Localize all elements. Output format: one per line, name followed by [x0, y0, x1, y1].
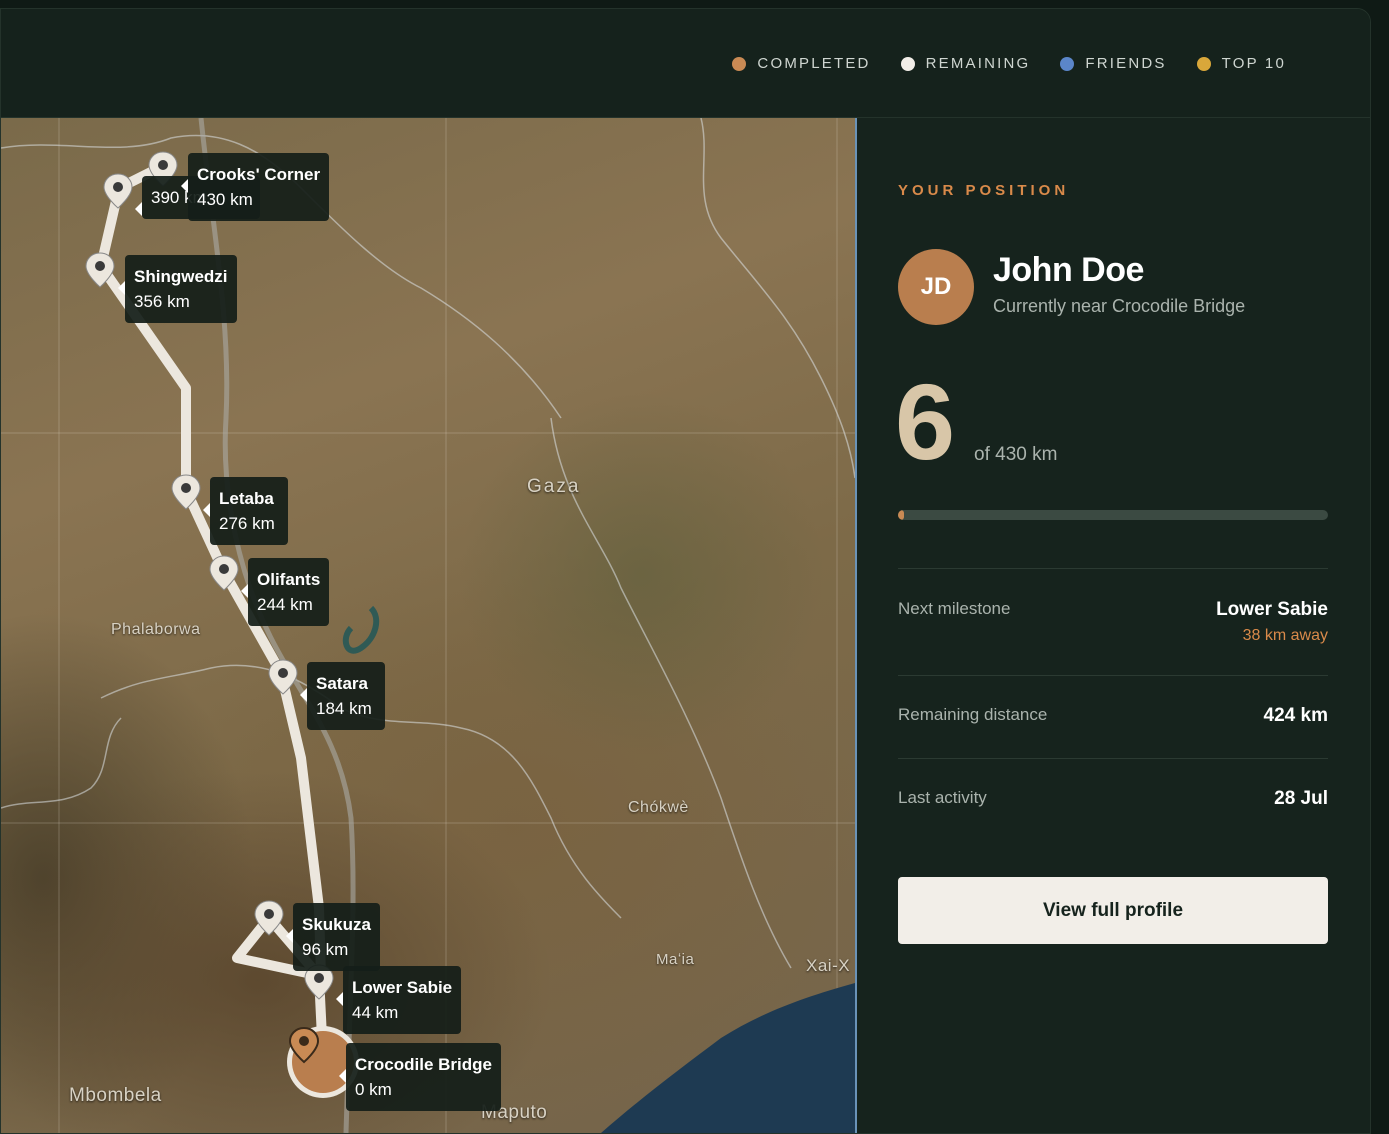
map-pin-icon[interactable] — [83, 251, 117, 289]
row-label: Next milestone — [898, 599, 1011, 618]
place-label: Phalaborwa — [111, 621, 201, 638]
remaining-dot-icon — [900, 56, 915, 71]
map-pin-icon — [288, 1026, 320, 1064]
place-label: Maʻia — [656, 951, 695, 968]
map-legend-bar: COMPLETED REMAINING FRIENDS TOP 10 — [1, 9, 1370, 118]
milestone-name: Shingwedzi — [134, 267, 228, 286]
row-value: 28 Jul — [1274, 788, 1328, 809]
place-label: Gaza — [527, 476, 581, 497]
map-pin-icon[interactable] — [266, 658, 300, 696]
distance-total: of 430 km — [974, 444, 1058, 465]
view-profile-button[interactable]: View full profile — [898, 877, 1328, 944]
row-label: Remaining distance — [898, 705, 1048, 724]
satellite-map[interactable]: Gaza Phalaborwa Chókwè Maʻia Xai-X Mbomb… — [1, 118, 855, 1133]
milestone-tooltip: Satara 184 km — [300, 662, 385, 730]
milestone-tooltip: Lower Sabie 44 km — [335, 966, 462, 1034]
row-label: Last activity — [898, 788, 987, 807]
panel-eyebrow: YOUR POSITION — [898, 182, 1070, 199]
top10-dot-icon — [1196, 56, 1211, 71]
legend-completed[interactable]: COMPLETED — [732, 55, 870, 72]
remaining-distance-row: Remaining distance 424 km — [898, 675, 1328, 758]
avatar: JD — [898, 249, 974, 325]
completed-dot-icon — [732, 56, 747, 71]
place-label: Mbombela — [69, 1085, 162, 1106]
map-borders — [1, 118, 855, 969]
distance-completed: 6 — [895, 361, 956, 482]
user-name: John Doe — [993, 251, 1144, 289]
place-label: Chókwè — [628, 799, 689, 816]
progress-fill — [898, 510, 905, 520]
legend-label: REMAINING — [925, 55, 1031, 72]
next-milestone-row: Next milestone Lower Sabie 38 km away — [898, 568, 1328, 675]
map-pin-icon[interactable] — [169, 473, 203, 511]
milestone-name: Letaba — [219, 489, 274, 508]
user-location: Currently near Crocodile Bridge — [993, 296, 1246, 316]
milestone-km: 184 km — [316, 699, 372, 718]
map-pin-icon[interactable] — [207, 554, 241, 592]
milestone-tooltip: Letaba 276 km — [203, 477, 288, 545]
legend: COMPLETED REMAINING FRIENDS TOP 10 — [732, 55, 1286, 72]
map-pin-icon[interactable] — [101, 172, 135, 210]
milestone-tooltip: Shingwedzi 356 km — [118, 255, 237, 323]
milestone-km: 430 km — [197, 190, 253, 209]
position-panel: YOUR POSITION JD John Doe Currently near… — [857, 118, 1370, 1133]
app-frame: COMPLETED REMAINING FRIENDS TOP 10 Gaza … — [0, 8, 1371, 1134]
milestone-km: 44 km — [352, 1003, 399, 1022]
milestone-km: 96 km — [302, 940, 349, 959]
friends-dot-icon — [1060, 56, 1075, 71]
milestone-name: Crocodile Bridge — [355, 1055, 492, 1074]
legend-top10[interactable]: TOP 10 — [1196, 55, 1286, 72]
progress-bar — [898, 510, 1328, 520]
milestone-km: 244 km — [257, 595, 313, 614]
milestone-km: 356 km — [134, 292, 190, 311]
legend-friends[interactable]: FRIENDS — [1060, 55, 1166, 72]
place-label: Xai-X — [806, 956, 851, 975]
milestone-name: Lower Sabie — [352, 978, 453, 997]
row-subvalue: 38 km away — [1242, 627, 1328, 644]
milestone-km: 0 km — [355, 1080, 392, 1099]
milestone-name: Satara — [316, 674, 368, 693]
milestone-tooltip: Olifants 244 km — [240, 558, 330, 626]
legend-remaining[interactable]: REMAINING — [900, 55, 1031, 72]
legend-label: TOP 10 — [1221, 55, 1286, 72]
row-value: 424 km — [1263, 705, 1328, 726]
milestone-tooltip: Skukuza 96 km — [286, 903, 380, 971]
ocean — [601, 983, 855, 1133]
legend-label: COMPLETED — [757, 55, 871, 72]
milestone-name: Olifants — [257, 570, 321, 589]
milestone-km: 276 km — [219, 514, 275, 533]
milestone-name: Crooks' Corner — [197, 165, 321, 184]
milestone-tooltip: Crooks' Corner 430 km — [180, 153, 330, 221]
row-value: Lower Sabie — [1216, 599, 1328, 620]
milestone-tooltip: Crocodile Bridge 0 km — [339, 1043, 501, 1111]
last-activity-row: Last activity 28 Jul — [898, 758, 1328, 839]
map-pin-icon[interactable] — [252, 899, 286, 937]
milestone-name: Skukuza — [302, 915, 371, 934]
legend-label: FRIENDS — [1085, 55, 1167, 72]
